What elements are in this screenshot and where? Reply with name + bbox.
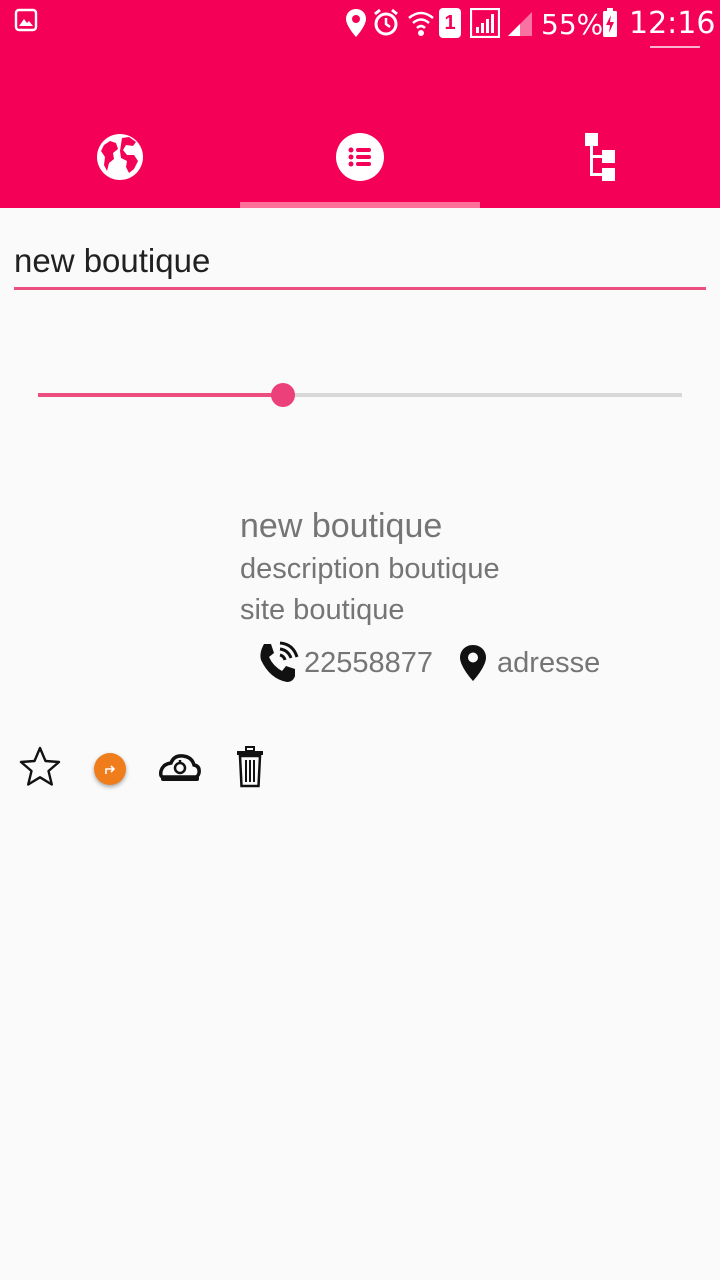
tab-hierarchy[interactable] [480, 110, 720, 208]
phone-icon[interactable] [256, 641, 300, 685]
battery-percent: 55% [541, 8, 604, 41]
hierarchy-icon [583, 132, 617, 186]
status-bar: 1 55% 12:16 [0, 0, 720, 50]
shop-site: site boutique [240, 594, 405, 626]
slider-fill [38, 393, 283, 397]
cloud-sync-icon [159, 751, 201, 788]
input-underline [14, 287, 706, 290]
signal-2-icon [506, 8, 534, 38]
action-bar [0, 745, 720, 793]
address-text[interactable]: adresse [497, 647, 600, 680]
delete-button[interactable] [227, 745, 273, 793]
address-pin-icon [459, 644, 487, 682]
location-icon [345, 8, 367, 38]
shop-name-input[interactable] [14, 236, 706, 286]
battery-charging-icon [602, 8, 618, 38]
seek-slider[interactable] [38, 380, 682, 410]
alarm-icon [372, 8, 400, 38]
contact-row: 22558877 adresse [256, 640, 600, 686]
clock: 12:16 [629, 6, 716, 41]
share-button[interactable] [87, 746, 133, 792]
gallery-icon [14, 8, 38, 32]
sim-slot-label: 1 [444, 11, 456, 34]
signal-icon [470, 8, 500, 38]
globe-icon [96, 133, 144, 186]
sync-button[interactable] [157, 746, 203, 792]
wifi-icon [407, 8, 435, 38]
sim-1-icon: 1 [439, 8, 461, 38]
slider-thumb[interactable] [270, 383, 295, 407]
phone-number[interactable]: 22558877 [304, 647, 433, 680]
share-icon [94, 753, 126, 785]
app-bar: 1 55% 12:16 [0, 0, 720, 208]
tab-indicator [240, 202, 480, 208]
tab-map[interactable] [0, 110, 240, 208]
star-icon [18, 745, 62, 794]
trash-icon [236, 745, 264, 793]
list-icon [336, 132, 384, 186]
shop-name-field-wrap [14, 236, 706, 292]
tab-list[interactable] [240, 110, 480, 208]
shop-description: description boutique [240, 553, 500, 585]
shop-title: new boutique [240, 507, 443, 545]
favorite-button[interactable] [17, 746, 63, 792]
clock-underline [650, 46, 700, 48]
